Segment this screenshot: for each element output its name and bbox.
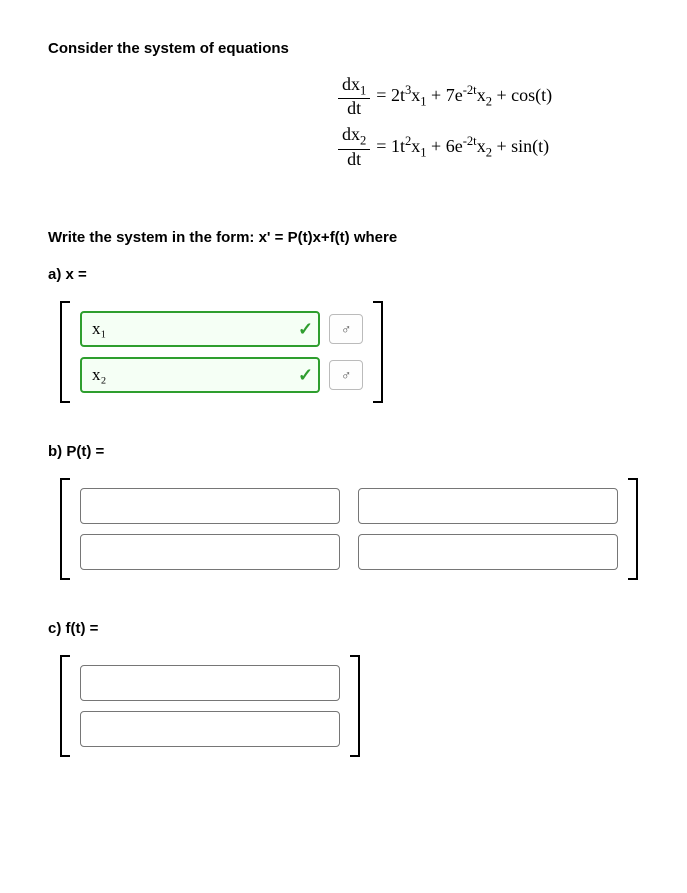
preview-button[interactable]: ♂ xyxy=(329,360,363,390)
part-a-label: a) x = xyxy=(48,266,639,283)
equation-row-2: dx2 dt = 1t2x1 + 6e-2tx2 + sin(t) xyxy=(338,125,639,169)
question-prompt: Consider the system of equations xyxy=(48,40,639,57)
equation-row-1: dx1 dt = 2t3x1 + 7e-2tx2 + cos(t) xyxy=(338,75,639,119)
part-c-input-1[interactable] xyxy=(80,665,340,701)
part-b-input-12[interactable] xyxy=(358,488,618,524)
preview-icon: ♂ xyxy=(341,367,352,383)
part-b-input-21[interactable] xyxy=(80,534,340,570)
equation-block: dx1 dt = 2t3x1 + 7e-2tx2 + cos(t) dx2 dt… xyxy=(338,75,639,169)
part-a-matrix: ✓ ♂ ✓ ♂ xyxy=(60,301,639,403)
part-b-label: b) P(t) = xyxy=(48,443,639,460)
part-a-input-2[interactable] xyxy=(80,357,320,393)
part-b-input-11[interactable] xyxy=(80,488,340,524)
part-b-input-22[interactable] xyxy=(358,534,618,570)
part-a-input-1[interactable] xyxy=(80,311,320,347)
preview-button[interactable]: ♂ xyxy=(329,314,363,344)
form-instruction: Write the system in the form: x' = P(t)x… xyxy=(48,229,639,246)
preview-icon: ♂ xyxy=(341,321,352,337)
part-c-input-2[interactable] xyxy=(80,711,340,747)
part-c-matrix xyxy=(60,655,639,757)
part-c-label: c) f(t) = xyxy=(48,620,639,637)
part-b-matrix xyxy=(60,478,639,580)
